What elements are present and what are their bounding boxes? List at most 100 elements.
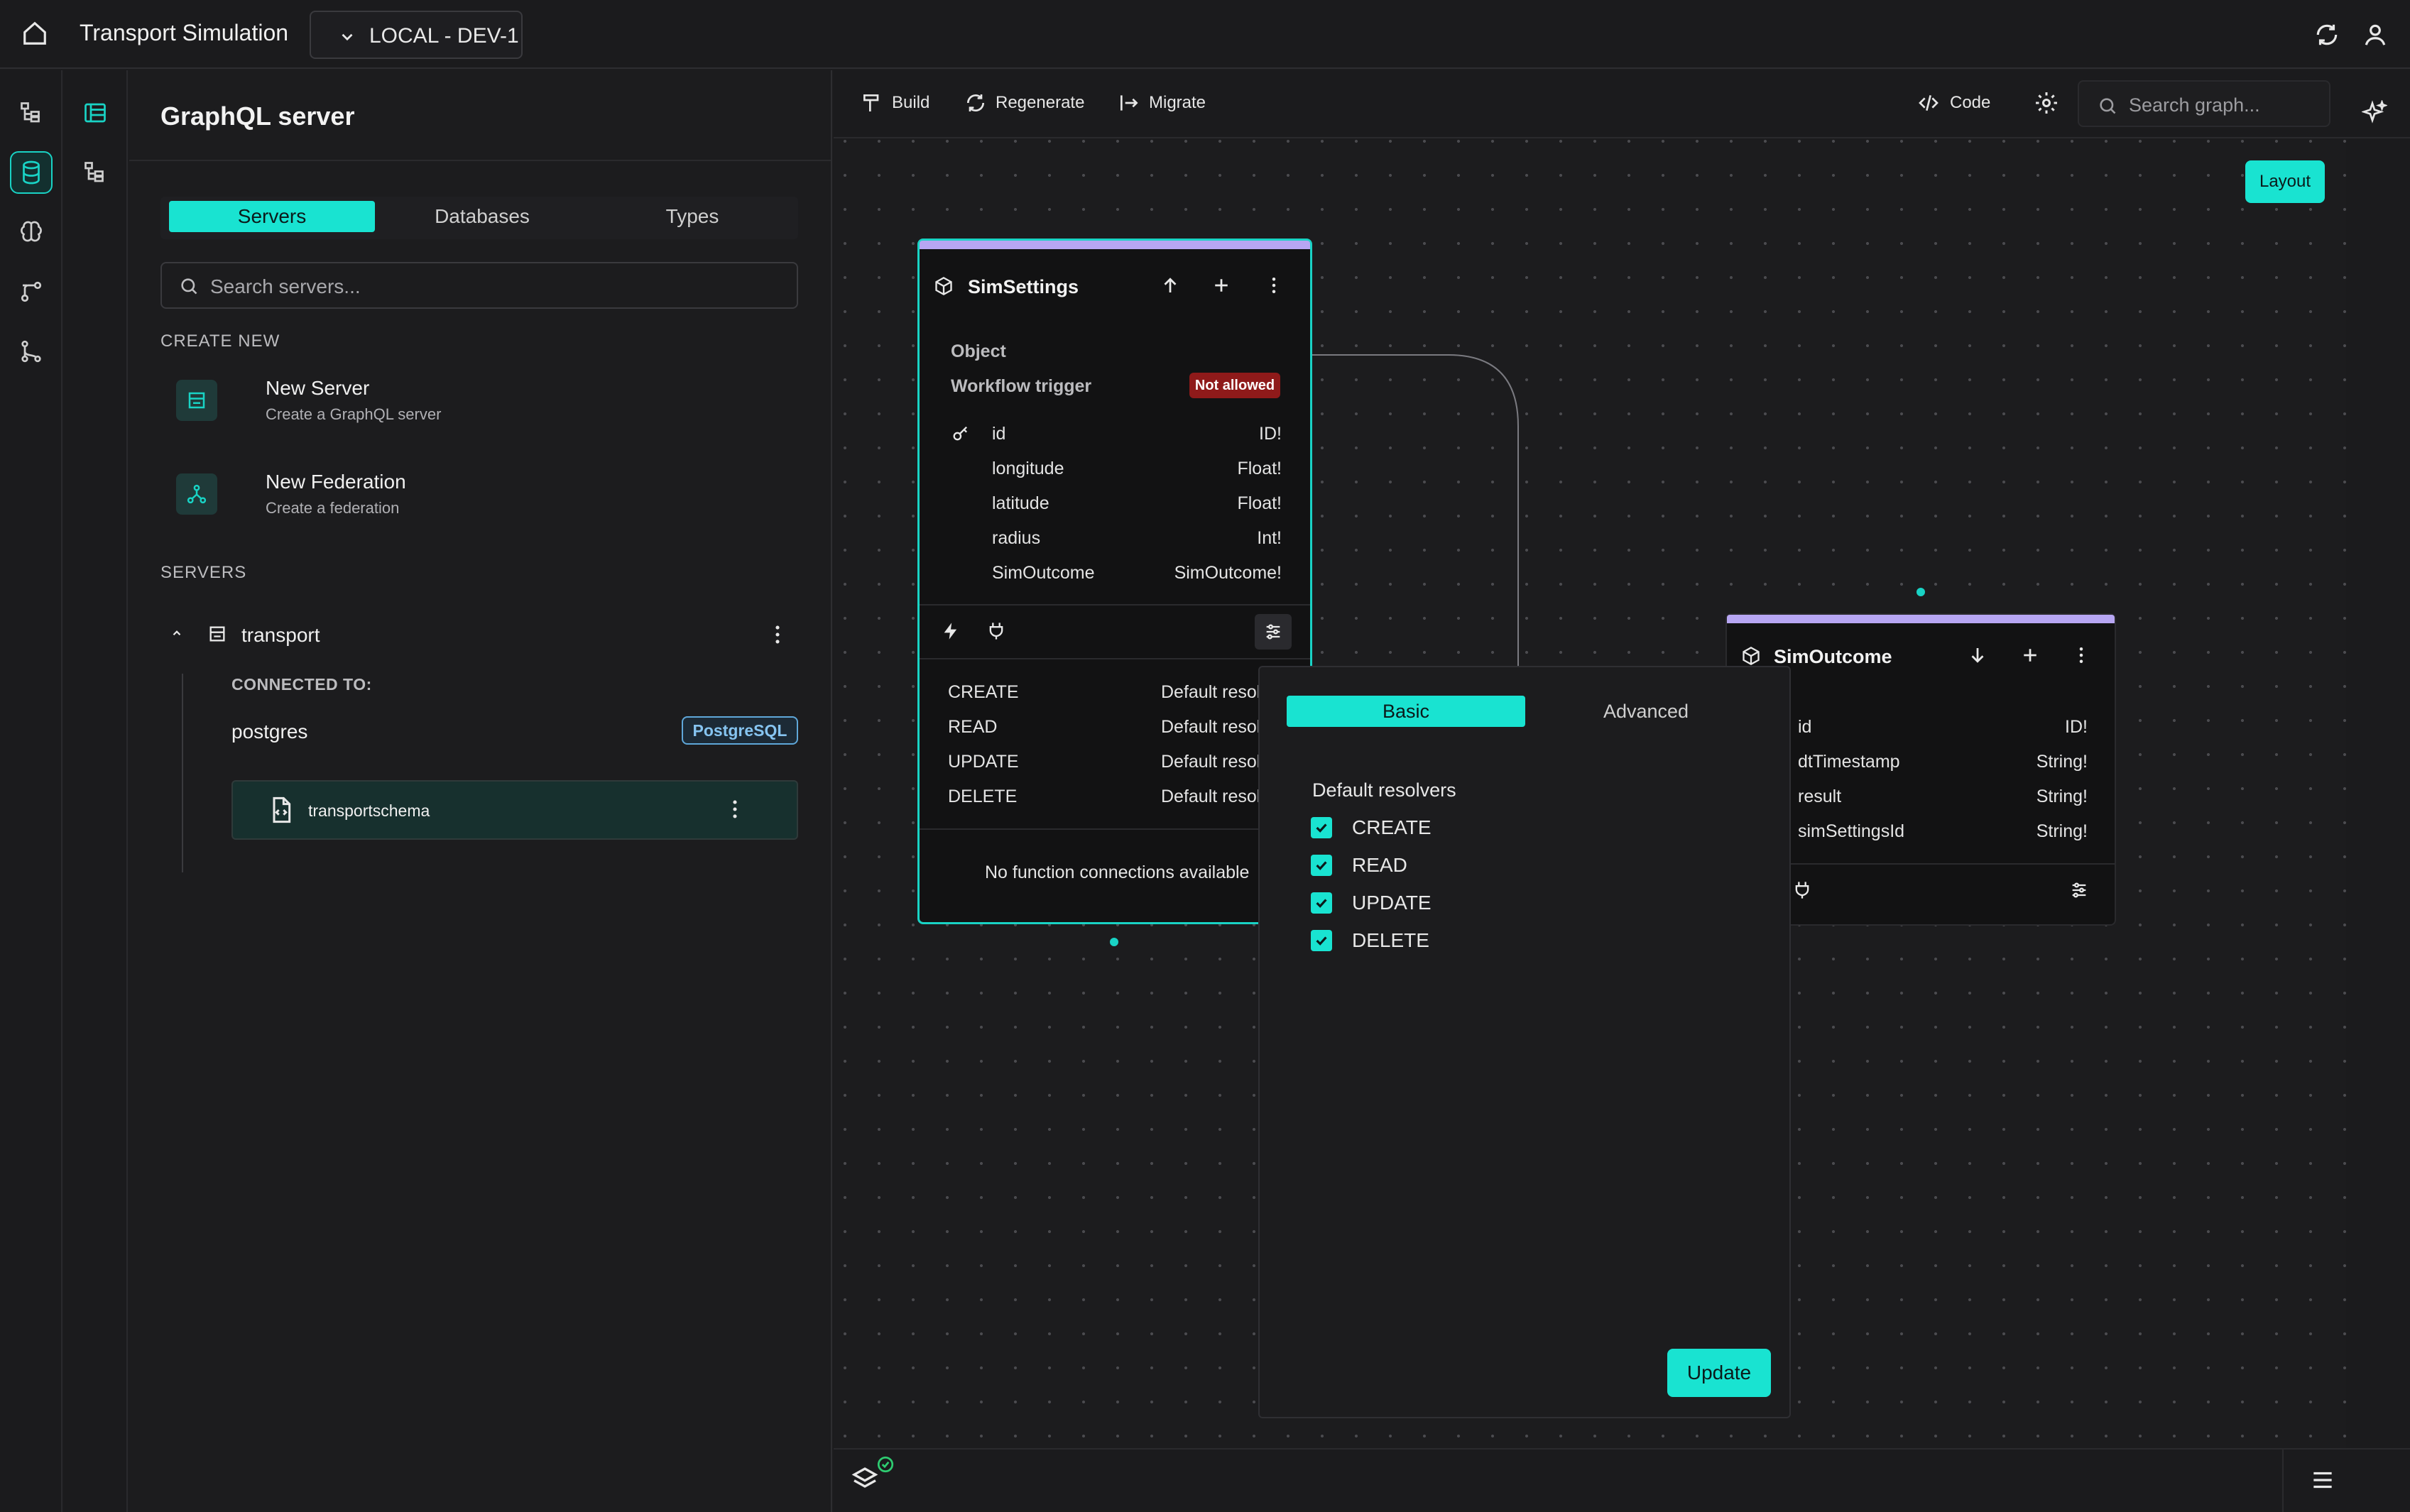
node-color-bar [920, 241, 1310, 249]
database-name[interactable]: postgres [231, 721, 307, 743]
field-type: SimOutcome! [1174, 563, 1282, 583]
migrate-label: Migrate [1149, 93, 1206, 112]
operation-resolver: Default resol [1161, 717, 1261, 737]
servers-label: SERVERS [160, 563, 247, 582]
checkbox-label: DELETE [1352, 929, 1429, 951]
divider [920, 604, 1310, 606]
home-icon[interactable] [21, 20, 48, 47]
checkbox-checked[interactable] [1311, 817, 1332, 838]
checkbox-checked[interactable] [1311, 892, 1332, 914]
canvas-bottom-bar [834, 1448, 2410, 1512]
read-checkbox-row[interactable]: READ [1311, 851, 1407, 880]
cube-icon [935, 276, 952, 296]
brain-icon[interactable] [10, 211, 53, 253]
divider [920, 658, 1310, 659]
menu-icon[interactable] [2309, 1467, 2336, 1494]
user-icon[interactable] [2362, 21, 2389, 48]
sparkles-icon[interactable] [2362, 100, 2387, 126]
tree-icon[interactable] [10, 92, 53, 134]
arrow-up-icon[interactable] [1160, 275, 1181, 296]
server-row-transport[interactable]: transport [160, 617, 798, 652]
sliders-icon[interactable] [2069, 880, 2089, 900]
new-federation-subtitle: Create a federation [266, 499, 400, 517]
tab-advanced[interactable]: Advanced [1527, 696, 1765, 727]
operation-resolver: Default resol [1161, 752, 1261, 772]
update-checkbox-row[interactable]: UPDATE [1311, 889, 1432, 917]
code-icon [1919, 95, 1939, 111]
server-icon [209, 626, 225, 642]
migrate-button[interactable]: Migrate [1118, 92, 1206, 114]
plus-icon[interactable] [2019, 645, 2041, 666]
more-vertical-icon[interactable] [723, 797, 747, 821]
field-name: simSettingsId [1798, 821, 1905, 841]
node-kind: Object [951, 341, 1006, 361]
code-button[interactable]: Code [1916, 92, 1990, 114]
canvas-side-strip [2346, 140, 2410, 1448]
not-allowed-badge: Not allowed [1189, 373, 1280, 398]
tab-databases[interactable]: Databases [379, 201, 585, 232]
layout-button[interactable]: Layout [2245, 160, 2325, 203]
default-resolvers-heading: Default resolvers [1312, 779, 1456, 801]
plug-icon[interactable] [986, 621, 1006, 641]
more-vertical-icon[interactable] [2071, 645, 2092, 666]
graph-search-input[interactable]: Search graph... [2078, 80, 2330, 127]
regenerate-button[interactable]: Regenerate [964, 92, 1084, 114]
node-handle[interactable] [1916, 588, 1925, 596]
database-icon[interactable] [10, 151, 53, 194]
search-icon [181, 278, 197, 295]
node-color-bar [1727, 615, 2115, 623]
workflow-trigger-label: Workflow trigger [951, 376, 1092, 396]
server-list-icon[interactable] [74, 92, 116, 134]
chevron-down-icon [342, 33, 353, 41]
resolver-settings-button[interactable] [1255, 614, 1292, 650]
field-type: Float! [1237, 459, 1282, 478]
create-checkbox-row[interactable]: CREATE [1311, 813, 1432, 842]
checkbox-label: READ [1352, 854, 1407, 876]
environment-select[interactable]: LOCAL - DEV-1 [310, 11, 523, 59]
schema-name: transportschema [308, 801, 430, 820]
graph-search-placeholder: Search graph... [2129, 94, 2260, 116]
field-type: String! [2036, 821, 2088, 841]
field-type: Float! [1237, 493, 1282, 513]
server-search-input[interactable]: Search servers... [160, 262, 798, 309]
update-button[interactable]: Update [1667, 1349, 1771, 1397]
field-type: ID! [2065, 717, 2088, 737]
plus-icon[interactable] [1211, 275, 1232, 296]
checkbox-checked[interactable] [1311, 855, 1332, 876]
field-name: radius [992, 528, 1041, 548]
simsettings-node[interactable]: SimSettings Object Workflow trigger Not … [917, 239, 1312, 924]
new-federation-item[interactable]: New Federation Create a federation [160, 461, 771, 532]
sliders-icon [1266, 624, 1280, 640]
branch-icon[interactable] [10, 330, 53, 373]
plug-icon[interactable] [1792, 880, 1812, 900]
tab-servers[interactable]: Servers [169, 201, 375, 232]
layers-icon[interactable] [851, 1465, 879, 1494]
operation-name: CREATE [948, 682, 1019, 702]
build-button[interactable]: Build [861, 92, 929, 114]
lightning-icon[interactable] [941, 621, 961, 641]
more-vertical-icon[interactable] [1263, 275, 1285, 296]
tab-basic[interactable]: Basic [1287, 696, 1525, 727]
new-server-title: New Server [266, 377, 370, 399]
sync-icon[interactable] [2313, 21, 2340, 48]
node-handle[interactable] [1110, 938, 1118, 946]
tab-types[interactable]: Types [589, 201, 795, 232]
workflow-icon[interactable] [10, 270, 53, 313]
settings-icon[interactable] [2034, 90, 2059, 116]
federation-icon [176, 473, 217, 515]
operation-name: DELETE [948, 787, 1018, 806]
create-new-label: CREATE NEW [160, 332, 280, 351]
migrate-icon [1121, 95, 1138, 111]
chevron-up-icon[interactable] [170, 627, 183, 640]
arrow-down-icon[interactable] [1967, 645, 1988, 666]
delete-checkbox-row[interactable]: DELETE [1311, 926, 1429, 955]
more-vertical-icon[interactable] [765, 623, 790, 647]
new-server-item[interactable]: New Server Create a GraphQL server [160, 367, 771, 438]
new-federation-title: New Federation [266, 471, 406, 493]
operation-name: READ [948, 717, 998, 737]
schema-row[interactable]: transportschema [231, 780, 798, 840]
key-icon [953, 426, 967, 441]
field-type: Int! [1257, 528, 1282, 548]
checkbox-checked[interactable] [1311, 930, 1332, 951]
hierarchy-icon[interactable] [74, 151, 116, 194]
